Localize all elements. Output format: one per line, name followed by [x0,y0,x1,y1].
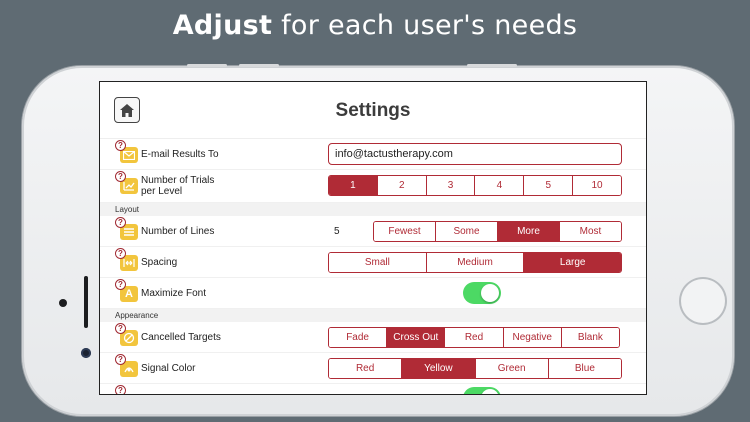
trials-label-line1: Number of Trials [141,175,215,186]
row-trials: ? Number of Trials per Level 1 2 3 4 5 10 [100,170,646,203]
help-icon[interactable]: ? [115,217,126,228]
email-label: E-mail Results To [141,148,219,160]
segment-option[interactable]: Negative [502,328,561,347]
phone-volume-down [239,64,279,67]
help-icon[interactable]: ? [115,171,126,182]
help-icon[interactable]: ? [115,323,126,334]
help-icon[interactable]: ? [115,385,126,394]
segment-option[interactable]: 10 [572,176,621,195]
headline-rest: for each user's needs [281,10,578,41]
lines-label: Number of Lines [141,225,215,237]
signal-color-label: Signal Color [141,362,196,374]
row-cancelled-targets: ? Cancelled Targets Fade Cross Out Red Nega… [100,322,646,353]
segment-option[interactable]: Fewest [374,222,435,241]
help-icon[interactable]: ? [115,279,126,290]
maximize-font-label: Maximize Font [141,287,207,299]
partial-toggle[interactable] [463,387,501,394]
segment-option[interactable]: Fade [329,328,387,347]
toggle-knob [481,284,499,302]
help-icon[interactable]: ? [115,248,126,259]
phone-speaker [84,276,88,328]
segment-option[interactable]: Some [435,222,497,241]
row-partial: ? [100,384,646,394]
headline-bold: Adjust [172,10,273,41]
segment-option[interactable]: Large [523,253,621,272]
phone-power-button [467,64,517,67]
cancelled-targets-segmented-control[interactable]: Fade Cross Out Red Negative Blank [328,327,620,348]
segment-option[interactable]: More [497,222,559,241]
signal-color-segmented-control[interactable]: Red Yellow Green Blue [328,358,622,379]
spacing-label: Spacing [141,256,178,268]
row-maximize-font: A ? Maximize Font [100,278,646,309]
app-screen: Settings ? E-mail Results To ? Number of… [100,82,646,394]
phone-volume-up [187,64,227,67]
segment-option[interactable]: Blue [547,359,621,378]
maximize-font-toggle[interactable] [463,282,501,304]
section-layout: Layout [100,203,646,216]
phone-camera [59,299,67,307]
top-bar: Settings [100,82,646,139]
trials-label-line2: per Level [141,186,183,197]
phone-home-button[interactable] [681,279,725,323]
spacing-segmented-control[interactable]: Small Medium Large [328,252,622,273]
cancelled-targets-label: Cancelled Targets [141,331,221,343]
phone-sensor [81,348,91,358]
page-title: Settings [335,100,411,121]
segment-option[interactable]: Small [329,253,426,272]
help-icon[interactable]: ? [115,140,126,151]
segment-option[interactable]: 5 [523,176,573,195]
row-signal-color: ? Signal Color Red Yellow Green Blue [100,353,646,384]
lines-value: 5 [334,225,340,237]
trials-segmented-control[interactable]: 1 2 3 4 5 10 [328,175,622,196]
segment-option[interactable]: 2 [376,176,426,195]
section-appearance: Appearance [100,309,646,322]
segment-option[interactable]: Green [474,359,548,378]
segment-option[interactable]: Red [329,359,402,378]
segment-option[interactable]: Most [559,222,621,241]
segment-option[interactable]: Yellow [401,359,475,378]
segment-option[interactable]: 3 [425,176,475,195]
help-icon[interactable]: ? [115,354,126,365]
segment-option[interactable]: Medium [425,253,524,272]
row-spacing: ? Spacing Small Medium Large [100,247,646,278]
segment-option[interactable]: Cross Out [386,328,445,347]
toggle-knob [481,389,499,394]
trials-label: Number of Trials per Level [141,170,214,202]
segment-option[interactable]: Red [444,328,503,347]
email-field[interactable] [328,143,622,165]
marketing-headline: Adjust for each user's needs [0,10,750,41]
segment-option[interactable]: 4 [474,176,524,195]
lines-segmented-control[interactable]: Fewest Some More Most [373,221,622,242]
segment-option[interactable]: 1 [329,176,377,195]
segment-option[interactable]: Blank [560,328,619,347]
row-lines: ? Number of Lines 5 Fewest Some More Most [100,216,646,247]
row-email: ? E-mail Results To [100,139,646,170]
